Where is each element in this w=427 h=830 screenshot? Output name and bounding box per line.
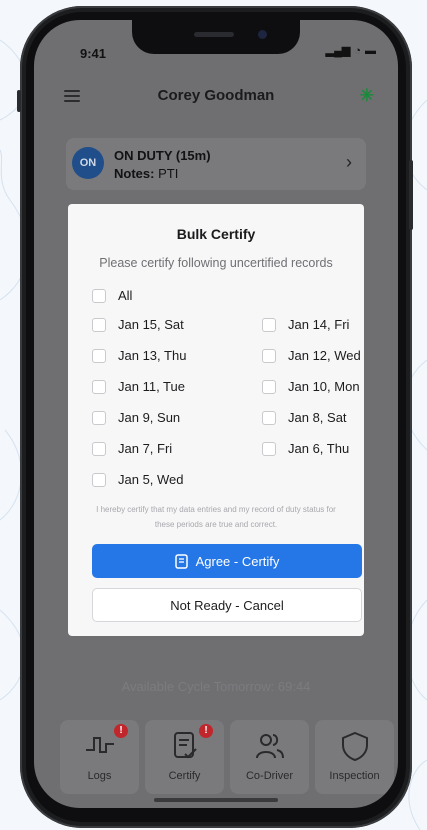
duty-status-text: ON DUTY (15m) [114, 148, 211, 163]
bulk-certify-dialog: Bulk Certify Please certify following un… [68, 204, 364, 636]
checkbox-label: Jan 9, Sun [118, 410, 181, 425]
checkbox[interactable] [262, 441, 276, 456]
checkbox-label: Jan 5, Wed [118, 472, 184, 487]
checkbox[interactable] [262, 410, 276, 425]
signal-icon: ▂▄▆ [325, 45, 351, 57]
agree-certify-button[interactable]: Agree - Certify [92, 544, 362, 578]
bottom-tab-bar: ! Logs ! Certify Co-Driver Inspection [60, 720, 396, 798]
checkbox-label: Jan 12, Wed [288, 348, 361, 363]
phone-side-button-right [409, 160, 413, 230]
checkbox-label: Jan 15, Sat [118, 317, 184, 332]
checkbox-date[interactable]: Jan 10, Mon [262, 379, 360, 394]
certify-icon [173, 732, 197, 759]
status-icons: ▂▄▆ ◔ ▬ [325, 44, 376, 58]
dialog-title: Bulk Certify [176, 226, 256, 242]
tab-label: Certify [168, 770, 201, 782]
notification-badge: ! [199, 724, 213, 738]
checkbox-label: Jan 13, Thu [118, 348, 187, 363]
duty-notes: Notes: PTI [114, 166, 178, 181]
dialog-subtitle: Please certify following uncertified rec… [99, 256, 333, 270]
duty-status-badge: ON [72, 147, 104, 179]
checkbox[interactable] [92, 348, 106, 363]
checkbox-date[interactable]: Jan 8, Sat [262, 410, 347, 425]
app-header: Corey Goodman ✳ [34, 72, 398, 120]
tab-label: Co-Driver [245, 770, 294, 782]
checkbox-date[interactable]: Jan 14, Fri [262, 317, 349, 332]
checkbox-label: Jan 7, Fri [118, 441, 173, 456]
duty-status-card[interactable]: ON ON DUTY (15m) Notes: PTI › [66, 138, 366, 190]
tab-certify[interactable]: ! Certify [145, 720, 224, 794]
checkbox-date[interactable]: Jan 12, Wed [262, 348, 361, 363]
checkbox-label: All [118, 288, 133, 303]
tab-inspection[interactable]: Inspection [315, 720, 394, 794]
checkbox-date[interactable]: Jan 15, Sat [92, 317, 184, 332]
checkbox[interactable] [92, 317, 106, 332]
co-driver-icon [255, 734, 284, 759]
notch [132, 20, 300, 54]
checkbox[interactable] [92, 410, 106, 425]
checkbox[interactable] [262, 379, 276, 394]
checkbox-label: Jan 11, Tue [118, 379, 185, 394]
cycle-tomorrow-text: Available Cycle Tomorrow: 69:44 [121, 679, 311, 694]
checkbox-label: Jan 6, Thu [288, 441, 350, 456]
notes-value: PTI [158, 166, 179, 181]
tab-logs[interactable]: ! Logs [60, 720, 139, 794]
battery-icon: ▬ [365, 44, 376, 57]
checkbox-label: Jan 8, Sat [288, 410, 347, 425]
tab-label: Logs [87, 770, 112, 782]
tab-co-driver[interactable]: Co-Driver [230, 720, 309, 794]
front-camera [258, 30, 267, 39]
checkbox[interactable] [262, 348, 276, 363]
app-screen: 9:41 ▂▄▆ ◔ ▬ Corey Goodman ✳ ON ON DUTY … [34, 20, 398, 808]
checkbox[interactable] [262, 317, 276, 332]
page-title: Corey Goodman [157, 87, 275, 104]
chevron-right-icon: › [346, 152, 352, 172]
checkbox-label: Jan 10, Mon [288, 379, 360, 394]
checkbox[interactable] [92, 288, 106, 303]
checkbox-date[interactable]: Jan 5, Wed [92, 472, 184, 487]
checkbox-date[interactable]: Jan 7, Fri [92, 441, 172, 456]
shield-icon [341, 731, 368, 762]
agree-label: Agree - Certify [195, 553, 280, 569]
tab-label: Inspection [329, 770, 380, 782]
cancel-button[interactable]: Not Ready - Cancel [92, 588, 362, 622]
speaker-grille [194, 32, 234, 37]
notification-badge: ! [114, 724, 128, 738]
bluetooth-icon[interactable]: ✳ [360, 86, 374, 106]
checkbox-date[interactable]: Jan 9, Sun [92, 410, 180, 425]
wifi-icon: ◔ [354, 44, 361, 57]
checkbox-date[interactable]: Jan 6, Thu [262, 441, 349, 456]
notes-label: Notes: [114, 166, 155, 181]
checkbox-label: Jan 14, Fri [288, 317, 350, 332]
checkbox[interactable] [92, 441, 106, 456]
certification-disclaimer: I hereby certify that my data entries an… [96, 505, 336, 529]
checkbox-all[interactable]: All [92, 288, 132, 303]
checkbox-date[interactable]: Jan 11, Tue [92, 379, 185, 394]
home-indicator [154, 798, 278, 802]
logs-icon [85, 737, 114, 753]
checkbox[interactable] [92, 472, 106, 487]
checkbox[interactable] [92, 379, 106, 394]
document-check-icon [174, 553, 188, 569]
phone-side-button-left [17, 90, 21, 112]
checkbox-date[interactable]: Jan 13, Thu [92, 348, 186, 363]
status-time: 9:41 [80, 46, 107, 61]
